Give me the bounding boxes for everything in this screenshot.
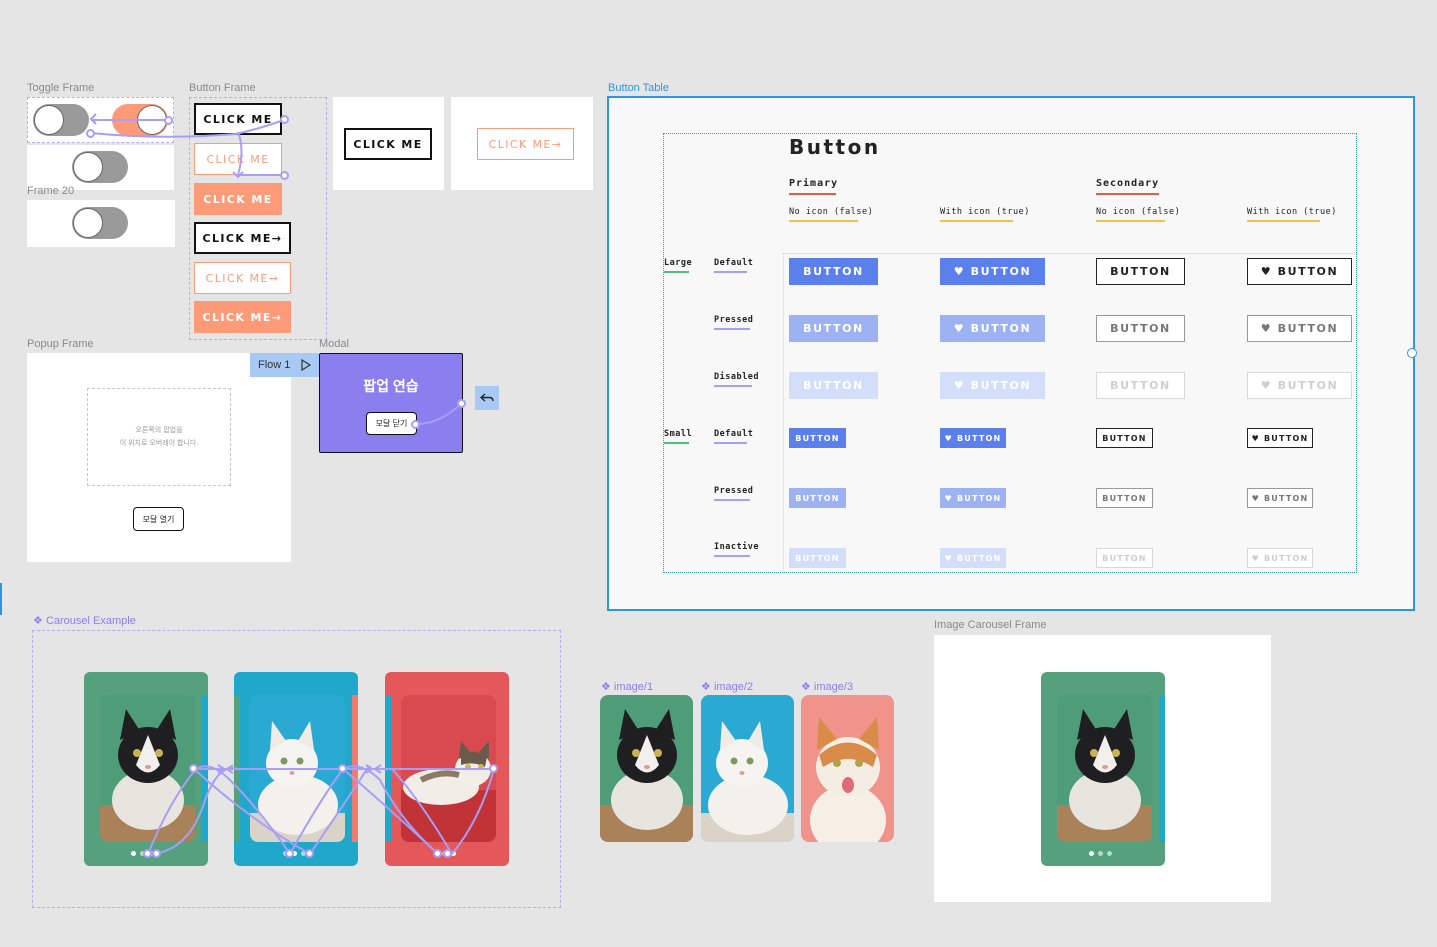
button-primary-large-default[interactable]: BUTTON: [789, 258, 878, 285]
connector-node[interactable]: [338, 764, 347, 773]
button-primary-small-pressed[interactable]: BUTTON: [789, 488, 846, 508]
button-primary-icon-large-default[interactable]: ♥ BUTTON: [940, 258, 1045, 285]
col-underline: [940, 220, 1013, 222]
state-underline: [714, 385, 752, 387]
button-secondary-large-default[interactable]: BUTTON: [1096, 258, 1185, 285]
state-underline: [714, 328, 750, 330]
button-primary-icon-large-disabled: ♥ BUTTON: [940, 372, 1045, 399]
button-primary-icon-small-pressed[interactable]: ♥ BUTTON: [940, 488, 1006, 508]
connector-node[interactable]: [143, 849, 152, 858]
image-1-title: image/1: [613, 681, 654, 693]
image-carousel-dots[interactable]: [1089, 851, 1112, 856]
size-underline: [664, 271, 689, 273]
button-secondary-icon-large-pressed[interactable]: ♥ BUTTON: [1247, 315, 1352, 342]
button-secondary-icon-large-disabled: ♥ BUTTON: [1247, 372, 1352, 399]
size-large: Large: [664, 258, 693, 268]
state-pressed: Pressed: [714, 315, 754, 325]
col-no-icon: No icon (false): [789, 207, 874, 217]
button-secondary-small-pressed[interactable]: BUTTON: [1096, 488, 1153, 508]
col-underline: [1247, 220, 1320, 222]
connector-node[interactable]: [489, 764, 498, 773]
component-icon: ❖: [601, 681, 611, 693]
button-secondary-icon-small-pressed[interactable]: ♥ BUTTON: [1247, 488, 1313, 508]
image-1-component[interactable]: [600, 695, 693, 842]
state-pressed-small: Pressed: [714, 486, 754, 496]
image-1-label: ❖ image/1: [601, 680, 653, 693]
state-underline: [714, 442, 747, 444]
connector-node[interactable]: [443, 849, 452, 858]
image-carousel-card[interactable]: [1041, 672, 1165, 866]
secondary-heading: Secondary: [1096, 178, 1160, 189]
size-small: Small: [664, 429, 693, 439]
cat-white-image: [701, 695, 794, 842]
button-secondary-icon-small-inactive: ♥ BUTTON: [1247, 548, 1313, 568]
size-underline: [664, 442, 689, 444]
next-card-peek: [1159, 695, 1165, 842]
connector-node[interactable]: [433, 849, 442, 858]
image-3-component[interactable]: [801, 695, 894, 842]
button-secondary-icon-small-default[interactable]: ♥ BUTTON: [1247, 428, 1313, 448]
button-secondary-large-disabled: BUTTON: [1096, 372, 1185, 399]
button-primary-icon-small-default[interactable]: ♥ BUTTON: [940, 428, 1006, 448]
button-primary-small-default[interactable]: BUTTON: [789, 428, 846, 448]
image-3-title: image/3: [813, 681, 854, 693]
button-table-label: Button Table: [608, 82, 669, 94]
state-underline: [714, 555, 750, 557]
button-primary-large-pressed[interactable]: BUTTON: [789, 315, 878, 342]
col-underline: [789, 220, 858, 222]
carousel-prototype-connections: [147, 764, 495, 855]
resize-handle[interactable]: [1407, 348, 1417, 358]
state-inactive: Inactive: [714, 542, 759, 552]
button-secondary-icon-large-default[interactable]: ♥ BUTTON: [1247, 258, 1352, 285]
button-primary-small-inactive: BUTTON: [789, 548, 846, 568]
button-primary-icon-large-pressed[interactable]: ♥ BUTTON: [940, 315, 1045, 342]
component-icon: ❖: [701, 681, 711, 693]
state-underline: [714, 271, 747, 273]
button-table-grid: [783, 253, 1357, 573]
button-secondary-small-default[interactable]: BUTTON: [1096, 428, 1153, 448]
image-carousel-photo: [1057, 695, 1152, 842]
connector-node[interactable]: [285, 849, 294, 858]
button-primary-large-disabled: BUTTON: [789, 372, 878, 399]
image-2-title: image/2: [713, 681, 754, 693]
image-2-label: ❖ image/2: [701, 680, 753, 693]
col-with-icon: With icon (true): [940, 207, 1030, 217]
col-with-icon-secondary: With icon (true): [1247, 207, 1337, 217]
cat-black-white-image: [600, 695, 693, 842]
button-secondary-large-pressed[interactable]: BUTTON: [1096, 315, 1185, 342]
image-2-component[interactable]: [701, 695, 794, 842]
connector-node[interactable]: [189, 764, 198, 773]
connector-node[interactable]: [305, 849, 314, 858]
image-3-label: ❖ image/3: [801, 680, 853, 693]
col-no-icon-secondary: No icon (false): [1096, 207, 1181, 217]
state-underline: [714, 499, 750, 501]
primary-heading: Primary: [789, 178, 839, 189]
component-icon: ❖: [801, 681, 811, 693]
image-carousel-frame-label: Image Carousel Frame: [934, 619, 1047, 631]
button-table-title: Button: [789, 135, 881, 159]
secondary-underline: [1096, 193, 1159, 195]
col-underline: [1096, 220, 1165, 222]
state-default: Default: [714, 258, 754, 268]
button-secondary-small-inactive: BUTTON: [1096, 548, 1153, 568]
cat-black-white-image: [1057, 695, 1152, 842]
cat-orange-white-image: [801, 695, 894, 842]
state-default-small: Default: [714, 429, 754, 439]
state-disabled: Disabled: [714, 372, 759, 382]
primary-underline: [789, 193, 836, 195]
connector-node[interactable]: [152, 849, 161, 858]
button-primary-icon-small-inactive: ♥ BUTTON: [940, 548, 1006, 568]
